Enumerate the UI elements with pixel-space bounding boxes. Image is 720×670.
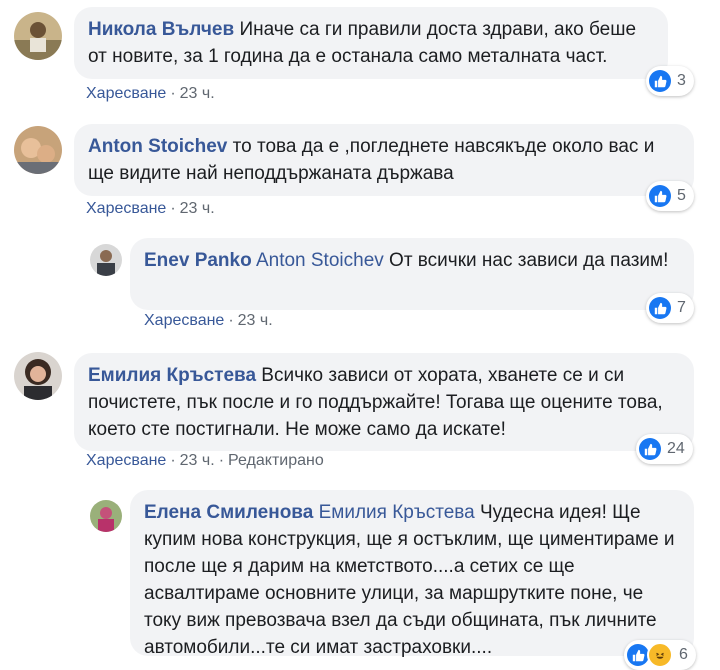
comment-author[interactable]: Елена Смиленова — [144, 502, 313, 523]
thumbs-up-icon — [639, 438, 661, 460]
separator: · — [170, 452, 176, 469]
comment-text: От всички нас зависи да пазим! — [389, 250, 669, 271]
comment-author[interactable]: Anton Stoichev — [88, 136, 227, 157]
avatar[interactable] — [14, 126, 62, 174]
edited-label[interactable]: Редактирано — [228, 452, 324, 469]
comment-author[interactable]: Емилия Кръстева — [88, 365, 256, 386]
thumbs-up-icon — [649, 297, 671, 319]
like-link[interactable]: Харесване — [86, 85, 166, 102]
comment-text: Чудесна идея! Ще купим нова конструкция,… — [144, 502, 675, 658]
laughing-face-icon — [647, 642, 673, 668]
reaction-count-value: 7 — [677, 299, 686, 316]
reaction-count[interactable]: 5 — [646, 181, 694, 211]
comment-bubble: Anton Stoichev то това да е ,погледнете … — [74, 124, 694, 196]
reaction-count-value: 3 — [677, 72, 686, 89]
reply-bubble: Enev Panko Anton Stoichev От всички нас … — [130, 238, 694, 310]
reaction-count-value: 6 — [679, 646, 688, 663]
like-link[interactable]: Харесване — [86, 452, 166, 469]
separator: · — [170, 200, 176, 217]
comment-author[interactable]: Enev Panko — [144, 250, 252, 271]
reaction-count[interactable]: 7 — [646, 293, 694, 323]
thumbs-up-icon — [649, 185, 671, 207]
mention-link[interactable]: Anton Stoichev — [256, 250, 384, 271]
mention-link[interactable]: Емилия Кръстева — [319, 502, 475, 523]
thumbs-up-icon — [627, 644, 649, 666]
timestamp[interactable]: 23 ч. — [180, 85, 215, 102]
separator: · — [170, 85, 176, 102]
comment-bubble: Емилия Кръстева Всичко зависи от хората,… — [74, 353, 694, 451]
separator: · — [218, 452, 225, 469]
thumbs-up-icon — [649, 70, 671, 92]
like-link[interactable]: Харесване — [144, 312, 224, 329]
avatar[interactable] — [14, 352, 62, 400]
reaction-count-value: 24 — [667, 440, 685, 457]
avatar[interactable] — [14, 12, 62, 60]
reaction-count[interactable]: 6 — [624, 640, 696, 670]
separator: · — [228, 312, 234, 329]
comment-author[interactable]: Никола Вълчев — [88, 19, 234, 40]
timestamp[interactable]: 23 ч. — [180, 200, 215, 217]
comment-meta: Харесване · 23 ч. — [144, 312, 273, 330]
timestamp[interactable]: 23 ч. — [238, 312, 273, 329]
reaction-count-value: 5 — [677, 187, 686, 204]
comment-meta: Харесване · 23 ч. · Редактирано — [86, 452, 324, 470]
timestamp[interactable]: 23 ч. — [180, 452, 215, 469]
comment-meta: Харесване · 23 ч. — [86, 85, 215, 103]
reply-bubble: Елена Смиленова Емилия Кръстева Чудесна … — [130, 490, 694, 658]
avatar[interactable] — [90, 500, 122, 532]
comment-meta: Харесване · 23 ч. — [86, 200, 215, 218]
comment-bubble: Никола Вълчев Иначе са ги правили доста … — [74, 7, 668, 79]
like-link[interactable]: Харесване — [86, 200, 166, 217]
reaction-count[interactable]: 24 — [636, 434, 693, 464]
reaction-count[interactable]: 3 — [646, 66, 694, 96]
avatar[interactable] — [90, 244, 122, 276]
